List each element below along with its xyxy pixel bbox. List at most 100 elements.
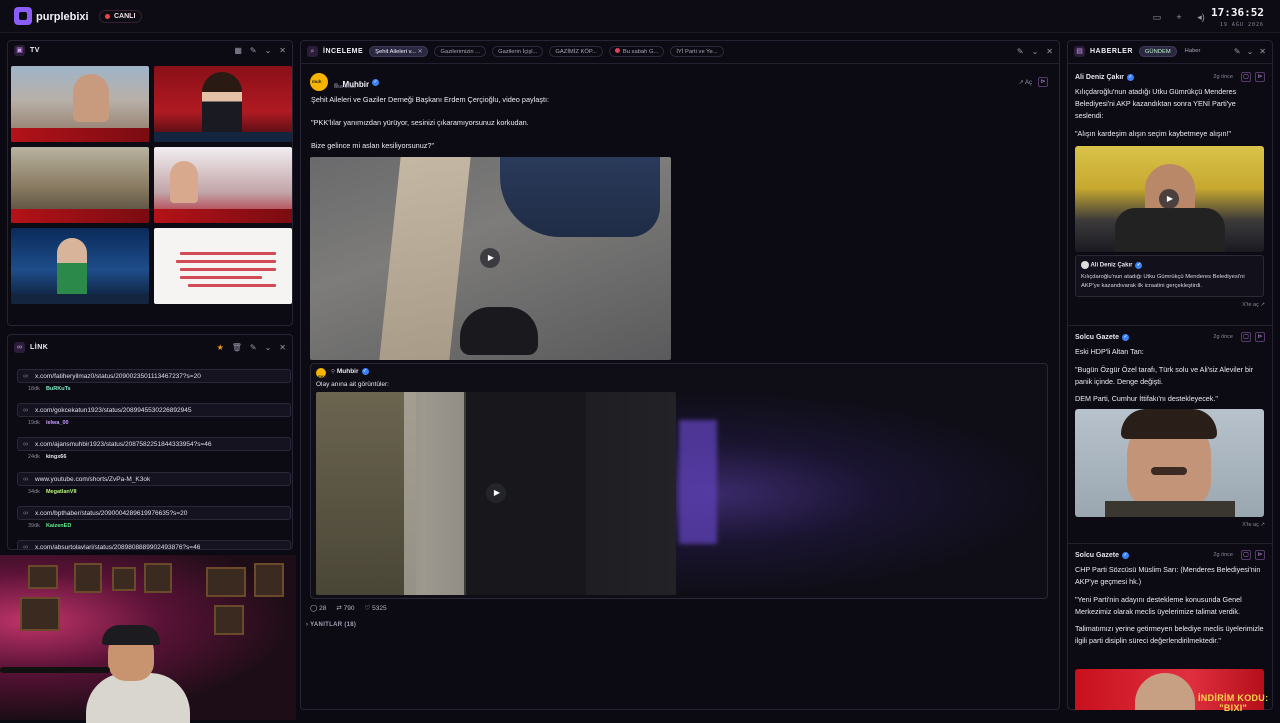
edit-icon[interactable]: ✎ <box>1017 47 1024 56</box>
x-open-link[interactable]: X'te aç ↗ <box>1075 302 1265 308</box>
add-icon[interactable]: + <box>1172 10 1186 24</box>
screen-icon[interactable]: ▭ <box>1150 10 1164 24</box>
avatar <box>316 368 328 379</box>
link-item[interactable]: x.com/gokcekatun1923/status/208994553022… <box>17 403 291 434</box>
tab-iyi-parti[interactable]: İYİ Parti ve Ye... <box>670 45 724 57</box>
live-badge[interactable]: CANLI <box>99 10 143 23</box>
close-icon[interactable]: ✕ <box>279 46 286 55</box>
logo-icon <box>14 7 32 25</box>
tv-stream-2[interactable] <box>154 66 292 142</box>
post-video[interactable]: ▶ <box>310 157 671 360</box>
news-quote: Talimatımızı yerine getirmeyen belediye … <box>1075 624 1264 645</box>
news-time: 2g önce <box>1213 74 1233 80</box>
link-url[interactable]: www.youtube.com/shorts/ZvPa-M_K3ok <box>17 472 291 486</box>
open-review-icon[interactable]: ⊳ <box>1255 550 1265 560</box>
link-item[interactable]: x.com/bpthaber/status/209000428961997663… <box>17 506 291 537</box>
bookmark-icon[interactable]: ▢ <box>1241 550 1251 560</box>
play-icon[interactable]: ▶ <box>486 483 506 503</box>
tab-bu-sabah[interactable]: Bu sabah G... <box>608 45 665 57</box>
tab-gundem[interactable]: GÜNDEM <box>1138 45 1177 57</box>
wall-frame <box>206 567 246 597</box>
open-review-icon[interactable]: ⊳ <box>1255 332 1265 342</box>
comment-count[interactable]: ◯ 28 <box>310 604 326 612</box>
link-item[interactable]: x.com/absurtolaylari/status/208980888990… <box>17 540 291 549</box>
link-url[interactable]: x.com/absurtolaylari/status/208980888990… <box>17 540 291 549</box>
tv-stream-4[interactable] <box>154 147 292 223</box>
play-icon[interactable]: ▶ <box>480 248 500 268</box>
link-item[interactable]: x.com/fatiheryilmaz0/status/209002350111… <box>17 369 291 400</box>
post-text-line1: Şehit Aileleri ve Gaziler Derneği Başkan… <box>311 95 550 104</box>
news-item[interactable]: Solcu Gazete ✓ 2g önce ▢ ⊳ Eski HDP'li Al… <box>1075 331 1265 528</box>
news-author[interactable]: Solcu Gazete <box>1075 552 1119 559</box>
verified-icon: ✓ <box>1121 551 1129 559</box>
link-url[interactable]: x.com/ajansmuhbir1923/status/20875822518… <box>17 437 291 451</box>
volume-icon[interactable]: ◂) <box>1194 10 1208 24</box>
close-icon[interactable]: ✕ <box>418 49 423 55</box>
quote-author[interactable]: Muhbir <box>337 368 359 375</box>
wall-frame <box>74 563 102 593</box>
star-icon[interactable]: ★ <box>217 343 224 352</box>
open-review-icon[interactable]: ⊳ <box>1255 72 1265 82</box>
news-text: CHP Parti Sözcüsü Müslim Sarı: (Menderes… <box>1075 565 1261 586</box>
chevron-down-icon[interactable]: ⌄ <box>1247 47 1254 56</box>
x-open-link[interactable]: X'te aç ↗ <box>1075 522 1265 528</box>
tv-stream-1[interactable] <box>11 66 149 142</box>
clock-date: 19 AĞU 2026 <box>1219 22 1264 28</box>
edit-icon[interactable]: ✎ <box>250 46 257 55</box>
chevron-down-icon[interactable]: ⌄ <box>1032 47 1039 56</box>
tv-grid <box>11 66 292 304</box>
news-quote: DEM Parti, Cumhur İttifakı'nı destekleye… <box>1075 394 1218 403</box>
verified-icon: ✓ <box>361 368 369 375</box>
tab-sehit-aileleri[interactable]: Şehit Aileleri v... ✕ <box>369 45 429 57</box>
tv-stream-3[interactable] <box>11 147 149 223</box>
divider <box>1068 543 1272 544</box>
grid-icon[interactable]: ▦ <box>234 46 242 55</box>
trash-icon[interactable]: 🗑 <box>232 343 242 352</box>
quote-text: Olay anına ait görüntüler: <box>316 381 389 388</box>
close-icon[interactable]: ✕ <box>279 343 286 352</box>
quoted-post[interactable]: ⚲ Muhbir✓ Olay anına ait görüntüler: ▶ <box>310 363 1048 599</box>
tab-gazimiz[interactable]: GAZİMİZ KÖP... <box>549 45 603 57</box>
quote-video[interactable]: ▶ <box>316 392 676 595</box>
chevron-down-icon[interactable]: ⌄ <box>265 46 272 55</box>
tv-panel-title: TV <box>30 46 40 54</box>
play-icon[interactable]: ▶ <box>1159 189 1179 209</box>
news-item[interactable]: Ali Deniz Çakır ✓ 2g önce ▢ ⊳ Kılıçdaroğl… <box>1075 71 1265 308</box>
tab-haber[interactable]: Haber <box>1180 46 1206 57</box>
replies-toggle[interactable]: › YANITLAR (18) <box>306 622 356 628</box>
news-item[interactable]: Solcu Gazete ✓ 2g önce ▢ ⊳ CHP Parti Sözc… <box>1075 549 1265 647</box>
news-author[interactable]: Solcu Gazete <box>1075 334 1119 341</box>
link-url[interactable]: x.com/bpthaber/status/209000428961997663… <box>17 506 291 520</box>
close-icon[interactable]: ✕ <box>1046 47 1053 56</box>
bookmark-icon[interactable]: ▢ <box>1241 72 1251 82</box>
link-item[interactable]: www.youtube.com/shorts/ZvPa-M_K3ok 34dk M… <box>17 472 291 503</box>
open-link[interactable]: ↗ Aç <box>1019 79 1032 86</box>
edit-icon[interactable]: ✎ <box>1234 47 1241 56</box>
bookmark-icon[interactable]: ▢ <box>1241 332 1251 342</box>
bookmark-icon[interactable]: ⊳ <box>1038 77 1048 87</box>
tab-gazilerimizin[interactable]: Gazilerimizin ... <box>434 45 487 57</box>
chevron-down-icon[interactable]: ⌄ <box>265 343 272 352</box>
retweet-count[interactable]: ⇄ 790 <box>336 604 354 612</box>
wall-frame <box>28 565 58 589</box>
news-image[interactable] <box>1075 409 1264 517</box>
like-count[interactable]: ♡ 5325 <box>364 604 386 612</box>
wall-frame <box>214 605 244 635</box>
video-glow-shape <box>679 420 717 544</box>
tab-gazilerin-icisleri[interactable]: Gazilerin İçişl... <box>492 45 544 57</box>
link-url[interactable]: x.com/gokcekatun1923/status/208994553022… <box>17 403 291 417</box>
clock: 17:36:52 19 AĞU 2026 <box>1211 7 1264 30</box>
avatar <box>1081 261 1089 269</box>
verified-icon: ✓ <box>1135 261 1143 269</box>
close-icon[interactable]: ✕ <box>1259 47 1266 56</box>
link-item[interactable]: x.com/ajansmuhbir1923/status/20875822518… <box>17 437 291 468</box>
tv-stream-6[interactable] <box>154 228 292 304</box>
tv-stream-5[interactable] <box>11 228 149 304</box>
embedded-post[interactable]: Ali Deniz Çakır ✓ Kılıçdaroğlu'nun atadığ… <box>1075 255 1264 297</box>
link-url[interactable]: x.com/fatiheryilmaz0/status/209002350111… <box>17 369 291 383</box>
tv-icon: ▣ <box>14 44 25 56</box>
news-video[interactable]: ▶ <box>1075 146 1264 252</box>
link-time: 19dk <box>28 420 40 426</box>
edit-icon[interactable]: ✎ <box>250 343 257 352</box>
news-author[interactable]: Ali Deniz Çakır <box>1075 74 1124 81</box>
